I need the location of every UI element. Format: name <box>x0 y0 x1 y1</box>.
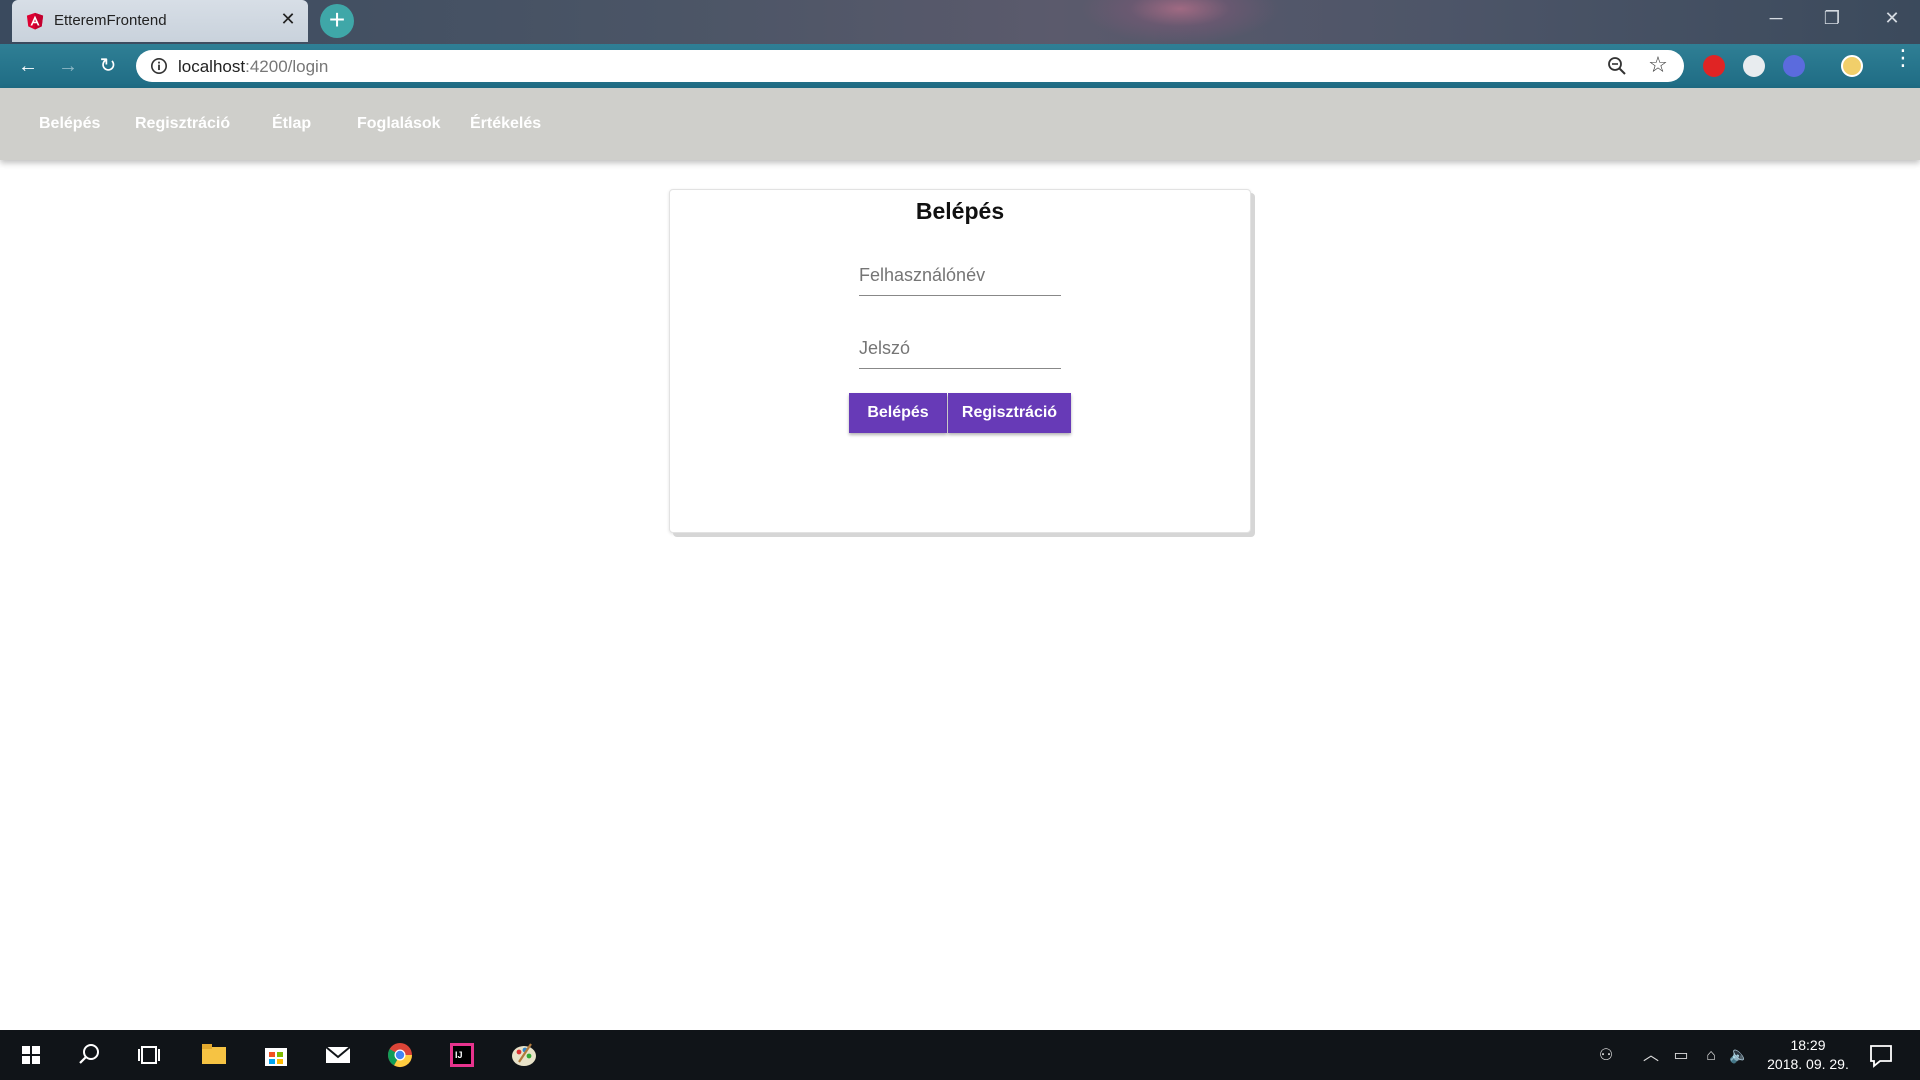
wallpaper-decoration <box>1080 0 1280 44</box>
clock-time: 18:29 <box>1790 1037 1826 1053</box>
info-icon <box>150 57 168 75</box>
browser-tab[interactable]: EtteremFrontend ✕ <box>12 0 308 42</box>
browser-menu-icon[interactable]: ⋮ <box>1892 47 1914 80</box>
volume-icon[interactable]: 🔈 <box>1728 1045 1750 1067</box>
search-icon[interactable] <box>64 1030 114 1080</box>
action-center-icon[interactable] <box>1856 1030 1906 1080</box>
intellij-icon[interactable]: IJ <box>437 1030 487 1080</box>
windows-taskbar: IJ ⚇ ︿ ▭ ⌂ 🔈 18:29 2018. 09. 29. <box>0 1030 1920 1080</box>
browser-toolbar: ← → ↻ localhost:4200/login ☆ ⋮ <box>0 44 1920 88</box>
store-icon[interactable] <box>251 1030 301 1080</box>
nav-item-ertekeles[interactable]: Értékelés <box>470 115 541 133</box>
username-field <box>859 260 1061 296</box>
zoom-icon[interactable] <box>1606 55 1628 77</box>
windows-start-icon[interactable] <box>6 1030 56 1080</box>
restore-icon[interactable]: ❐ <box>1804 0 1860 36</box>
minimize-icon[interactable]: ─ <box>1748 0 1804 36</box>
nav-item-regisztracio[interactable]: Regisztráció <box>135 115 230 133</box>
svg-text:IJ: IJ <box>455 1050 463 1060</box>
app-navbar: Belépés Regisztráció Étlap Foglalások Ér… <box>0 88 1920 160</box>
extension-shield-icon[interactable] <box>1703 55 1725 77</box>
show-hidden-icons-icon[interactable]: ︿ <box>1640 1045 1662 1067</box>
password-input[interactable] <box>859 333 1061 363</box>
nav-item-belepes[interactable]: Belépés <box>39 115 100 133</box>
url-host: localhost <box>178 57 246 76</box>
paint-icon[interactable] <box>499 1030 549 1080</box>
clock-date: 2018. 09. 29. <box>1767 1056 1849 1072</box>
chrome-icon[interactable] <box>375 1030 425 1080</box>
battery-icon[interactable]: ▭ <box>1670 1045 1692 1067</box>
window-close-icon[interactable]: ✕ <box>1864 0 1920 36</box>
address-bar[interactable]: localhost:4200/login ☆ <box>136 50 1684 82</box>
angular-icon <box>26 12 44 30</box>
register-button[interactable]: Regisztráció <box>948 393 1071 433</box>
login-card: Belépés Belépés Regisztráció <box>669 189 1251 533</box>
new-tab-button[interactable]: + <box>320 4 354 38</box>
profile-avatar-icon[interactable] <box>1841 55 1863 77</box>
taskbar-clock[interactable]: 18:29 2018. 09. 29. <box>1758 1036 1858 1074</box>
url-text: localhost:4200/login <box>178 57 328 77</box>
browser-titlebar: EtteremFrontend ✕ + ─ ❐ ✕ <box>0 0 1920 44</box>
extension-circle-icon[interactable] <box>1743 55 1765 77</box>
file-explorer-icon[interactable] <box>189 1030 239 1080</box>
tab-title: EtteremFrontend <box>54 12 167 29</box>
url-path: :4200/login <box>245 57 329 76</box>
extension-r-icon[interactable] <box>1783 55 1805 77</box>
close-tab-icon[interactable]: ✕ <box>278 9 298 29</box>
nav-item-etlap[interactable]: Étlap <box>272 115 311 133</box>
login-title: Belépés <box>915 198 1005 224</box>
password-field <box>859 333 1061 369</box>
bookmark-star-icon[interactable]: ☆ <box>1646 53 1670 77</box>
forward-icon[interactable]: → <box>54 52 82 80</box>
mail-icon[interactable] <box>313 1030 363 1080</box>
people-icon[interactable]: ⚇ <box>1595 1045 1617 1067</box>
network-icon[interactable]: ⌂ <box>1700 1045 1722 1067</box>
login-button[interactable]: Belépés <box>849 393 947 433</box>
nav-item-foglalasok[interactable]: Foglalások <box>357 115 441 133</box>
username-input[interactable] <box>859 260 1061 290</box>
reload-icon[interactable]: ↻ <box>94 52 122 80</box>
task-view-icon[interactable] <box>124 1030 174 1080</box>
back-icon[interactable]: ← <box>14 52 42 80</box>
